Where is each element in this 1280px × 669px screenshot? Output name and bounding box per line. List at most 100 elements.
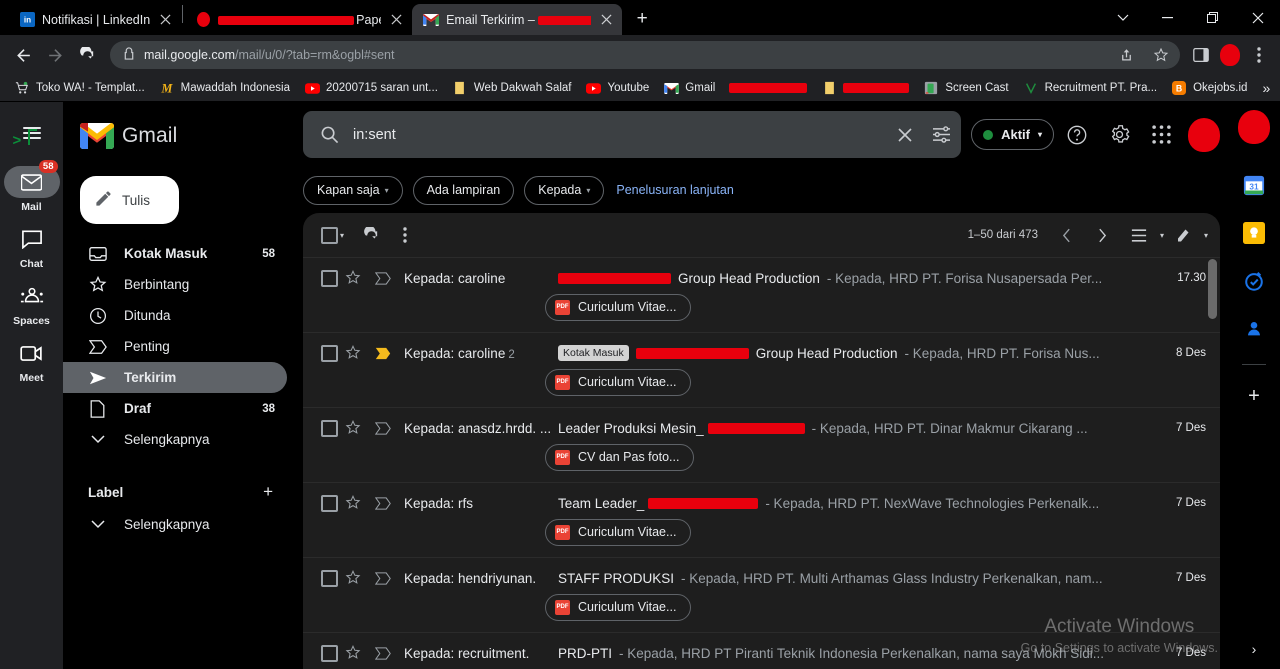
table-row[interactable]: Kepada: caroline 2 Kotak Masuk Group Head… <box>303 332 1220 407</box>
important-icon[interactable] <box>368 496 398 510</box>
address-bar[interactable]: mail.google.com/mail/u/0/?tab=rm&ogbl#se… <box>110 41 1180 69</box>
bookmark-mawaddah[interactable]: M Mawaddah Indonesia <box>153 77 296 99</box>
attachment-chip[interactable]: PDF CV dan Pas foto... <box>545 443 695 471</box>
bookmark-screen-cast[interactable]: Screen Cast <box>917 77 1014 99</box>
account-avatar[interactable] <box>1188 117 1220 152</box>
forward-button[interactable] <box>40 40 70 70</box>
bookmark-star-icon[interactable] <box>1148 42 1174 68</box>
star-icon[interactable] <box>338 570 368 586</box>
row-checkbox[interactable] <box>321 269 338 287</box>
select-all-checkbox[interactable] <box>321 226 338 244</box>
list-scrollbar-thumb[interactable] <box>1208 259 1217 319</box>
filter-chip-ada-lampiran[interactable]: Ada lampiran <box>412 175 515 205</box>
clear-search-icon[interactable] <box>893 123 917 147</box>
table-row[interactable]: Kepada: caroline Group Head Production -… <box>303 257 1220 332</box>
row-checkbox[interactable] <box>321 419 338 437</box>
filter-chip-kapan-saja[interactable]: Kapan saja ▾ <box>303 175 403 205</box>
table-row[interactable]: Kepada: recruitment. PRD-PTI - Kepada, H… <box>303 632 1220 669</box>
bookmark-redacted-1[interactable] <box>723 80 813 96</box>
attachment-chip[interactable]: PDF Curiculum Vitae... <box>545 593 692 621</box>
bookmark-gmail[interactable]: Gmail <box>657 77 721 99</box>
bookmark-toko-wa[interactable]: Toko WA! - Templat... <box>8 77 151 99</box>
row-checkbox[interactable] <box>321 644 338 662</box>
close-window-icon[interactable] <box>1235 0 1280 35</box>
calendar-icon[interactable]: 31 <box>1237 168 1271 202</box>
bookmark-20200715[interactable]: 20200715 saran unt... <box>298 77 444 99</box>
row-checkbox[interactable] <box>321 569 338 587</box>
back-button[interactable] <box>8 40 38 70</box>
density-icon[interactable] <box>1122 218 1156 252</box>
star-icon[interactable] <box>338 645 368 661</box>
input-tools-chevron-down-icon[interactable]: ▾ <box>1204 231 1208 240</box>
search-options-icon[interactable] <box>929 123 953 147</box>
input-tools-icon[interactable] <box>1166 218 1200 252</box>
refresh-icon[interactable] <box>354 218 388 252</box>
share-icon[interactable] <box>1113 42 1139 68</box>
rail-item-meet[interactable]: Meet <box>4 337 60 384</box>
advanced-search-link[interactable]: Penelusuran lanjutan <box>616 183 733 197</box>
star-icon[interactable] <box>338 345 368 361</box>
settings-gear-icon[interactable] <box>1100 116 1138 154</box>
chevron-left-icon[interactable] <box>1050 218 1084 252</box>
row-checkbox[interactable] <box>321 494 338 512</box>
rail-item-spaces[interactable]: Spaces <box>4 280 60 327</box>
important-icon[interactable] <box>368 646 398 660</box>
main-menu-button[interactable]: > <box>9 110 55 156</box>
browser-tab-linkedin[interactable]: in Notifikasi | LinkedIn <box>8 4 181 35</box>
side-panel-icon[interactable] <box>1188 42 1214 68</box>
table-row[interactable]: Kepada: anasdz.hrdd. ... Leader Produksi… <box>303 407 1220 482</box>
row-checkbox[interactable] <box>321 344 338 362</box>
status-badge[interactable]: Aktif ▾ <box>971 119 1054 150</box>
contacts-icon[interactable] <box>1237 312 1271 346</box>
important-icon[interactable] <box>368 571 398 585</box>
density-chevron-down-icon[interactable]: ▾ <box>1160 231 1164 240</box>
browser-tab-gmail[interactable]: Email Terkirim – <box>412 4 623 35</box>
maximize-icon[interactable] <box>1190 0 1235 35</box>
important-icon[interactable] <box>368 421 398 435</box>
bookmark-web-dakwah-salaf[interactable]: Web Dakwah Salaf <box>446 77 578 99</box>
star-icon[interactable] <box>338 270 368 286</box>
sidebar-item-kotak-masuk[interactable]: Kotak Masuk 58 <box>63 238 287 269</box>
star-icon[interactable] <box>338 495 368 511</box>
chrome-menu-icon[interactable] <box>1246 42 1272 68</box>
attachment-chip[interactable]: PDF Curiculum Vitae... <box>545 293 692 321</box>
more-vert-icon[interactable] <box>388 218 422 252</box>
tab-search-chevron-down-icon[interactable] <box>1100 0 1145 35</box>
attachment-chip[interactable]: PDF Curiculum Vitae... <box>545 368 692 396</box>
minimize-icon[interactable] <box>1145 0 1190 35</box>
sidebar-item-penting[interactable]: Penting <box>63 331 287 362</box>
close-icon[interactable] <box>157 12 173 28</box>
rail-item-mail[interactable]: 58 Mail <box>3 160 60 213</box>
chevron-right-icon[interactable] <box>1086 218 1120 252</box>
browser-tab-redacted[interactable]: Pape <box>184 4 412 35</box>
star-icon[interactable] <box>338 420 368 436</box>
keep-icon[interactable] <box>1237 216 1271 250</box>
sidebar-item-berbintang[interactable]: Berbintang <box>63 269 287 300</box>
tasks-icon[interactable] <box>1237 264 1271 298</box>
add-label-button[interactable]: + <box>263 482 273 502</box>
close-icon[interactable] <box>598 12 614 28</box>
sidebar-item-ditunda[interactable]: Ditunda <box>63 300 287 331</box>
sidebar-item-selengkapnya[interactable]: Selengkapnya <box>63 424 287 455</box>
compose-button[interactable]: Tulis <box>80 176 179 224</box>
profile-avatar[interactable] <box>1220 44 1240 66</box>
search-input[interactable]: in:sent <box>353 127 881 143</box>
bookmark-recruitment-pt-pra[interactable]: Recruitment PT. Pra... <box>1017 77 1163 99</box>
bookmarks-overflow-button[interactable]: » <box>1255 80 1277 96</box>
attachment-chip[interactable]: PDF Curiculum Vitae... <box>545 518 692 546</box>
bookmark-okejobs[interactable]: B Okejobs.id <box>1165 77 1253 99</box>
table-row[interactable]: Kepada: hendriyunan. STAFF PRODUKSI - Ke… <box>303 557 1220 632</box>
search-bar[interactable]: in:sent <box>303 111 962 158</box>
table-row[interactable]: Kepada: rfs Team Leader_ - Kepada, HRD P… <box>303 482 1220 557</box>
sidebar-item-draf[interactable]: Draf 38 <box>63 393 287 424</box>
account-avatar[interactable] <box>1238 110 1270 144</box>
filter-chip-kepada[interactable]: Kepada ▾ <box>524 175 605 205</box>
close-icon[interactable] <box>388 12 404 28</box>
expand-panel-button[interactable]: › <box>1252 641 1257 657</box>
add-app-button[interactable]: + <box>1237 379 1271 413</box>
new-tab-button[interactable]: + <box>628 5 656 33</box>
bookmark-redacted-2[interactable] <box>815 77 915 99</box>
label-more-button[interactable]: Selengkapnya <box>63 509 287 540</box>
apps-grid-icon[interactable] <box>1142 116 1180 154</box>
reload-button[interactable] <box>72 40 102 70</box>
